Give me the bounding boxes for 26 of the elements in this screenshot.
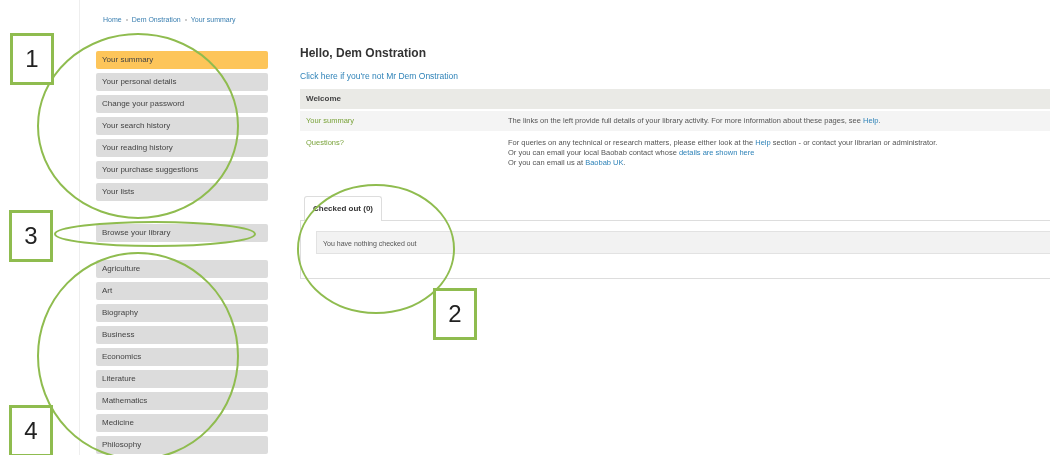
annotation-number: 3 [9,210,53,262]
breadcrumb-separator-icon [125,19,128,21]
sidebar-item[interactable]: Biography [96,304,268,322]
sidebar-item[interactable]: Change your password [96,95,268,113]
page-heading: Hello, Dem Onstration [300,45,428,62]
annotation-number: 2 [433,288,477,340]
annotation-number: 4 [9,405,53,455]
breadcrumb-separator-icon [184,19,187,21]
sidebar-item[interactable]: Browse your library [96,224,268,242]
annotation-number: 1 [10,33,54,85]
sidebar-item[interactable]: Mathematics [96,392,268,410]
not-you-link[interactable]: Click here if you're not Mr Dem Onstration [300,70,1050,83]
sidebar-item[interactable]: Philosophy [96,436,268,454]
sidebar-item[interactable]: Your search history [96,117,268,135]
sidebar-item[interactable]: Literature [96,370,268,388]
sidebar-item[interactable]: Your lists [96,183,268,201]
sidebar-item[interactable]: Your purchase suggestions [96,161,268,179]
sidebar-item[interactable]: Economics [96,348,268,366]
sidebar-item[interactable]: Art [96,282,268,300]
table-header: Welcome [300,88,1050,109]
sidebar-item[interactable]: Your personal details [96,73,268,91]
sidebar-item[interactable]: Medicine [96,414,268,432]
sidebar-item[interactable]: Agriculture [96,260,268,278]
sidebar-item[interactable]: Business [96,326,268,344]
sidebar-item[interactable]: Your summary [96,51,268,69]
sidebar-item[interactable]: Your reading history [96,139,268,157]
